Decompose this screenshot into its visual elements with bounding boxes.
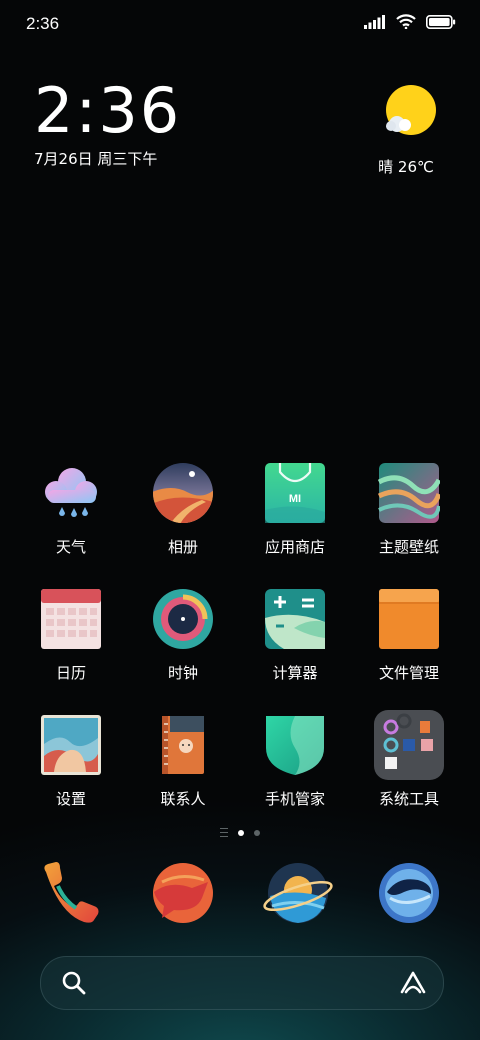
app-label: 时钟 — [167, 664, 198, 682]
app-label: 手机管家 — [264, 790, 325, 808]
gallery-app-icon — [152, 462, 214, 524]
app-contacts[interactable]: 联系人 — [128, 714, 238, 809]
search-bar[interactable] — [40, 956, 444, 1010]
app-settings[interactable]: 设置 — [16, 714, 126, 809]
themes-icon — [377, 462, 442, 524]
weather-widget[interactable]: 晴 26℃ — [366, 84, 446, 177]
app-themes[interactable]: 主题壁纸 — [354, 462, 464, 557]
clock-icon — [152, 588, 214, 650]
calendar-icon — [40, 588, 102, 650]
phone-icon[interactable] — [38, 860, 102, 928]
clock-time: 2:36 — [34, 74, 182, 147]
camera-icon[interactable] — [378, 862, 440, 928]
app-label: 相册 — [167, 538, 198, 556]
app-security[interactable]: 手机管家 — [240, 714, 350, 809]
assistant-icon[interactable] — [399, 970, 427, 996]
app-calendar[interactable]: 日历 — [16, 588, 126, 683]
weather-text: 晴 26℃ — [378, 158, 434, 176]
status-icons — [364, 14, 456, 29]
status-time: 2:36 — [26, 14, 60, 33]
sun-icon — [386, 85, 436, 135]
page-dot — [254, 829, 260, 836]
battery-icon — [426, 14, 456, 29]
app-weather[interactable]: 天气 — [16, 462, 126, 557]
app-label: 应用商店 — [264, 538, 325, 556]
wifi-icon — [396, 14, 416, 29]
weather-app-icon — [40, 462, 102, 524]
signal-icon — [364, 14, 385, 29]
app-gallery[interactable]: 相册 — [128, 462, 238, 557]
page-indicator[interactable] — [0, 828, 480, 837]
security-icon — [264, 714, 326, 776]
app-label: 日历 — [55, 664, 86, 682]
settings-icon — [40, 714, 102, 776]
app-calculator[interactable]: 计算器 — [240, 588, 350, 683]
search-icon[interactable] — [61, 970, 87, 996]
status-bar: 2:36 — [0, 0, 480, 50]
contacts-icon — [152, 714, 214, 776]
app-label: 系统工具 — [378, 790, 439, 808]
messages-icon[interactable] — [152, 862, 214, 928]
app-store[interactable]: MI 应用商店 — [240, 462, 350, 557]
app-file-manager[interactable]: 文件管理 — [354, 588, 464, 683]
app-label: 计算器 — [272, 664, 318, 682]
app-label: 主题壁纸 — [378, 538, 439, 556]
app-folder-system-tools[interactable]: 系统工具 — [354, 710, 464, 809]
file-manager-icon — [378, 588, 440, 650]
calculator-icon — [264, 588, 326, 650]
app-clock[interactable]: 时钟 — [128, 588, 238, 683]
page-dot-active — [238, 829, 244, 836]
clock-widget[interactable]: 2:36 7月26日 周三下午 — [34, 78, 181, 169]
app-label: 文件管理 — [378, 664, 439, 682]
app-label: 天气 — [55, 538, 86, 556]
app-store-icon: MI — [264, 462, 326, 524]
svg-text:MI: MI — [289, 493, 301, 505]
folder-icon — [374, 710, 444, 780]
clock-date: 7月26日 周三下午 — [34, 150, 158, 168]
app-label: 设置 — [55, 790, 86, 808]
browser-icon[interactable] — [262, 862, 334, 930]
app-label: 联系人 — [160, 790, 206, 808]
minus-one-screen-indicator — [220, 828, 228, 837]
